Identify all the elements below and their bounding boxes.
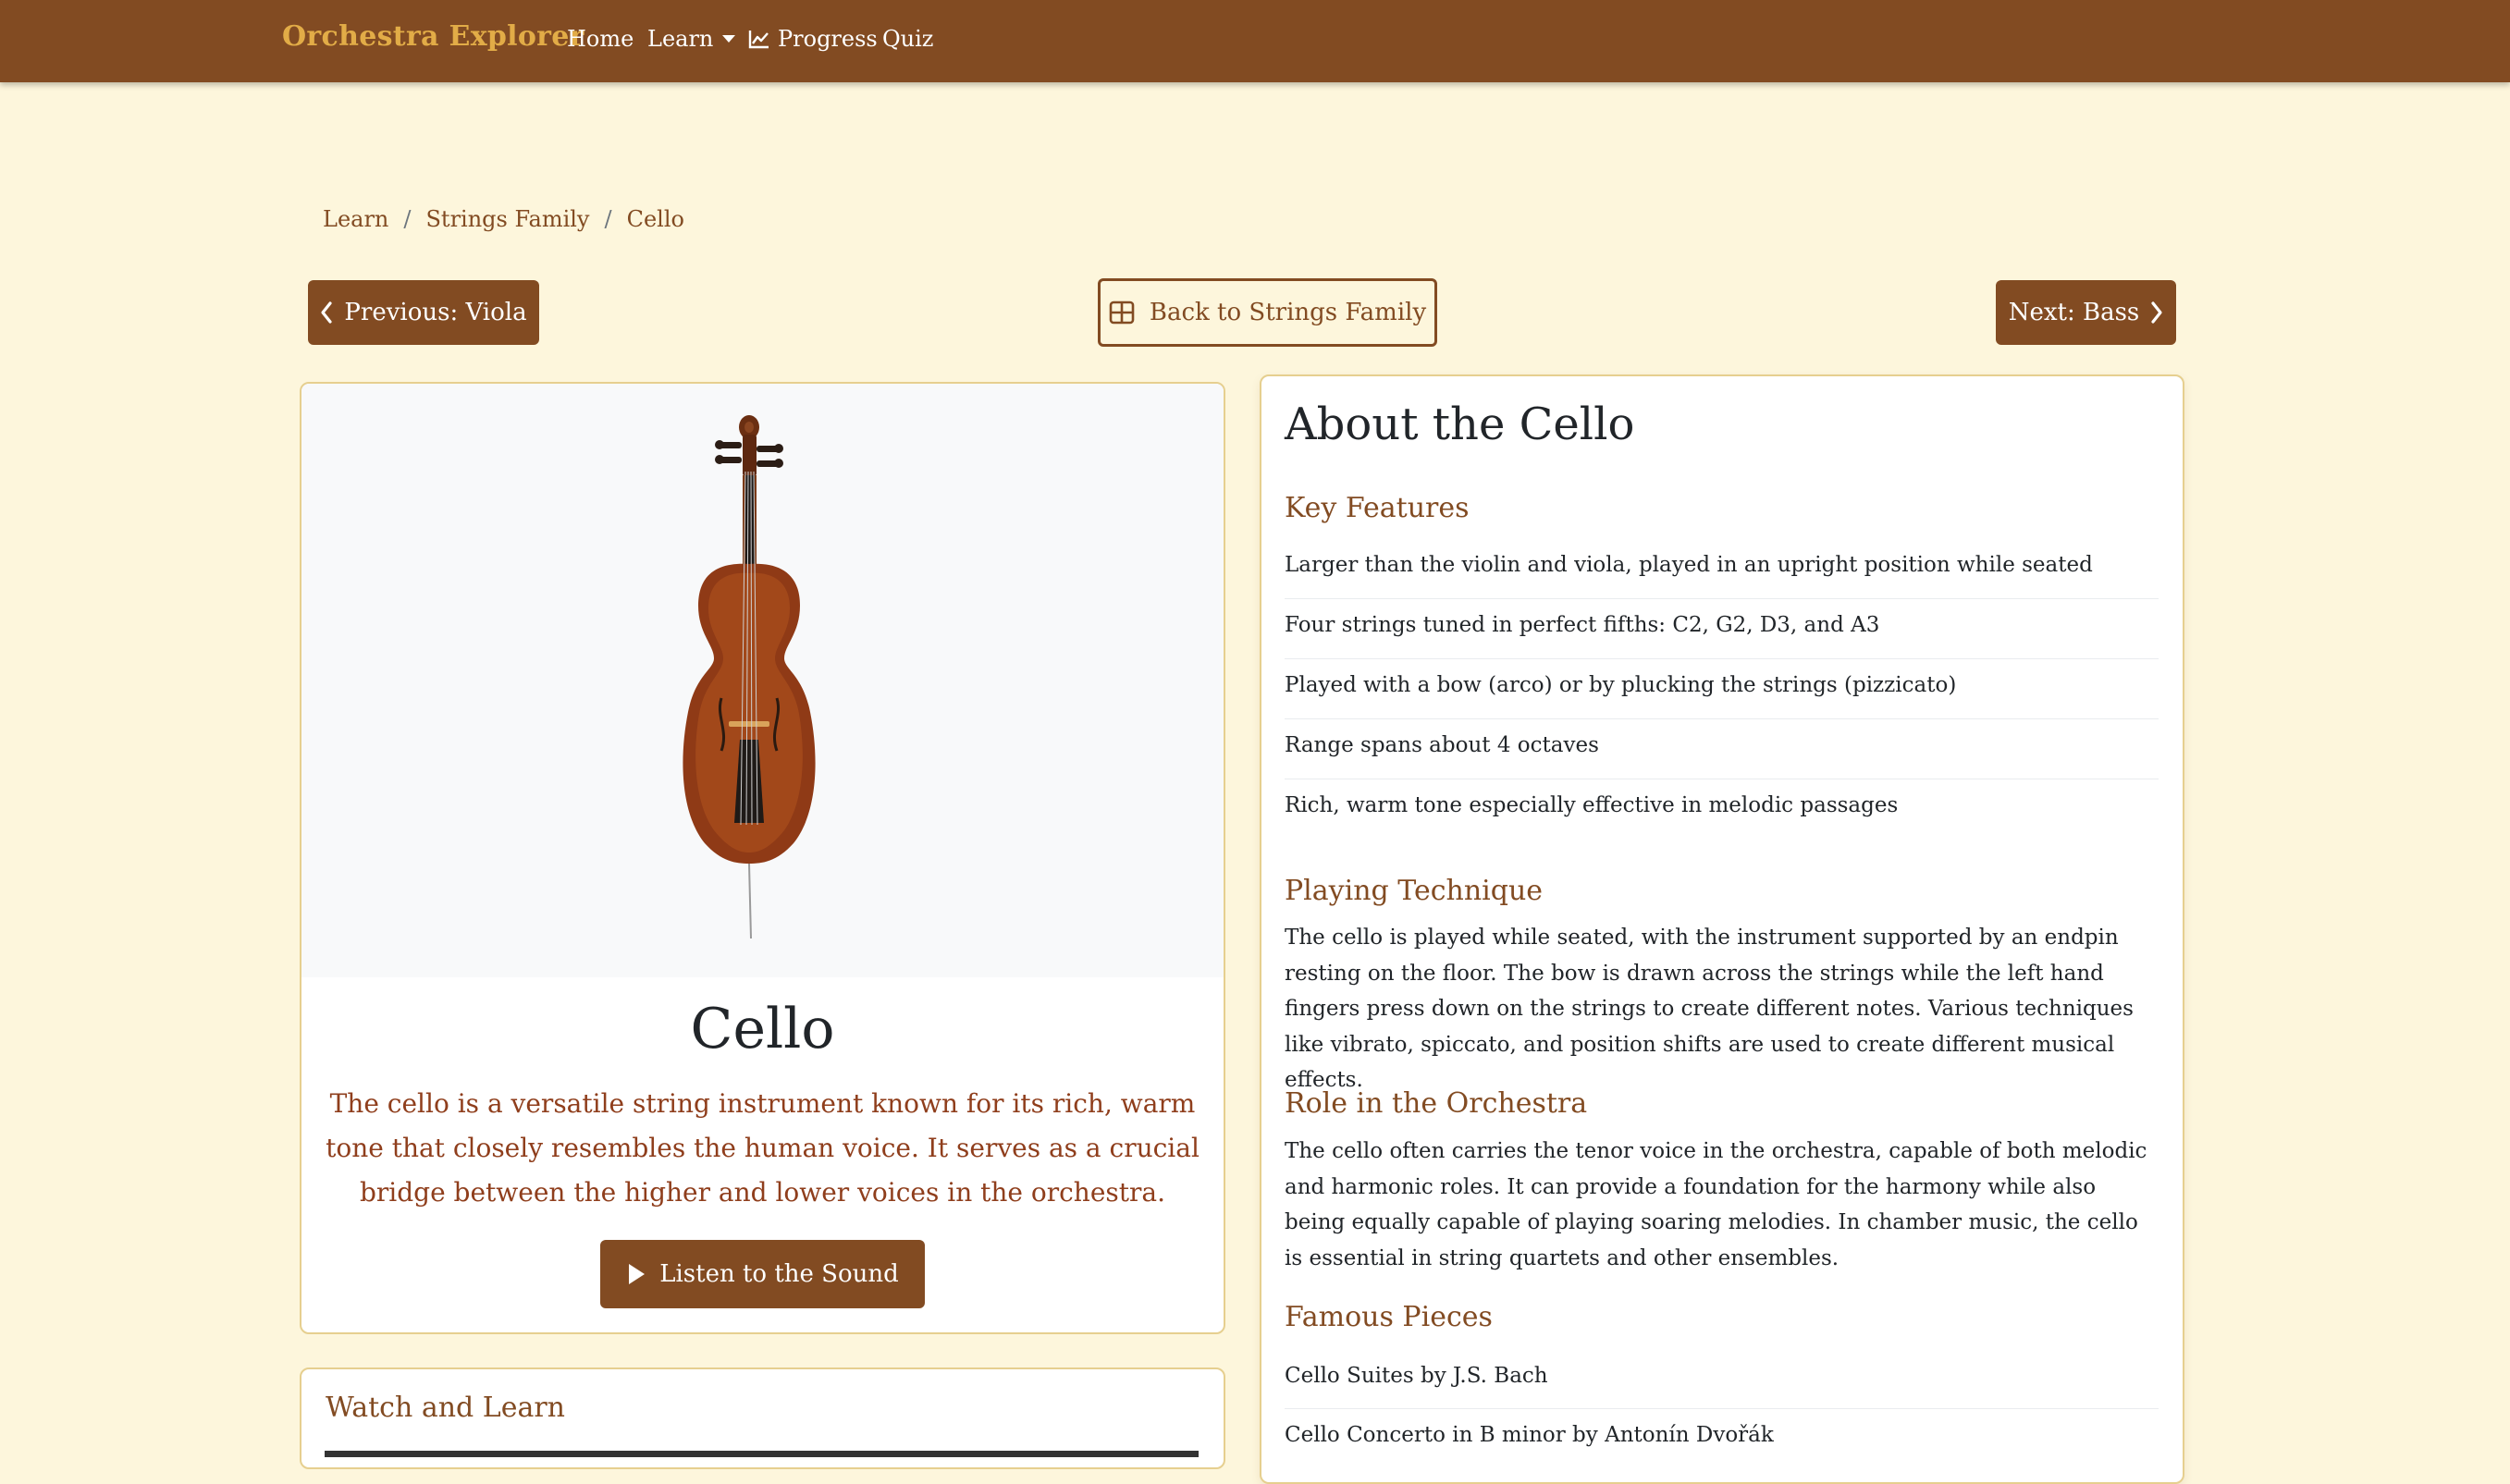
chevron-right-icon <box>2151 301 2162 324</box>
brand-logo[interactable]: Orchestra Explorer <box>282 20 584 53</box>
list-item: Cello Concerto in B minor by Antonín Dvo… <box>1285 1423 1774 1447</box>
list-item: Played with a bow (arco) or by plucking … <box>1285 673 2159 719</box>
back-to-family-button[interactable]: Back to Strings Family <box>1098 278 1437 347</box>
video-player[interactable] <box>325 1451 1199 1457</box>
breadcrumb-strings-family[interactable]: Strings Family <box>425 206 589 232</box>
famous-pieces-heading: Famous Pieces <box>1285 1301 1493 1333</box>
breadcrumb-separator: / <box>403 206 412 232</box>
listen-button-label: Listen to the Sound <box>659 1260 899 1288</box>
breadcrumb-learn[interactable]: Learn <box>323 206 388 232</box>
instrument-name: Cello <box>690 997 835 1061</box>
list-item: Larger than the violin and viola, played… <box>1285 553 2159 599</box>
role-heading: Role in the Orchestra <box>1285 1087 1588 1120</box>
breadcrumb: Learn / Strings Family / Cello <box>323 206 684 232</box>
nav-home-link[interactable]: Home <box>567 26 634 52</box>
breadcrumb-separator: / <box>604 206 612 232</box>
nav-quiz-link[interactable]: Quiz <box>882 26 933 52</box>
grid-icon <box>1109 300 1135 325</box>
navbar: Orchestra Explorer Home Learn Progress Q… <box>0 0 2510 82</box>
role-text: The cello often carries the tenor voice … <box>1285 1139 2147 1270</box>
caret-down-icon <box>722 35 736 43</box>
list-item: Range spans about 4 octaves <box>1285 733 2159 779</box>
key-features-heading: Key Features <box>1285 492 1470 524</box>
list-item: Rich, warm tone especially effective in … <box>1285 793 1899 817</box>
list-item: Four strings tuned in perfect fifths: C2… <box>1285 613 2159 659</box>
chevron-left-icon <box>321 301 333 324</box>
next-button-label: Next: Bass <box>2008 299 2140 326</box>
chart-line-icon <box>748 31 769 49</box>
next-instrument-button[interactable]: Next: Bass <box>1996 280 2176 345</box>
nav-progress-label: Progress <box>778 26 878 52</box>
instrument-description: The cello is a versatile string instrume… <box>326 1088 1200 1208</box>
listen-button[interactable]: Listen to the Sound <box>600 1240 925 1308</box>
back-button-label: Back to Strings Family <box>1149 299 1427 326</box>
technique-text: The cello is played while seated, with t… <box>1285 926 2134 1092</box>
nav-learn-dropdown[interactable]: Learn <box>647 26 736 52</box>
previous-instrument-button[interactable]: Previous: Viola <box>308 280 539 345</box>
list-item: Cello Suites by J.S. Bach <box>1285 1364 2159 1409</box>
play-icon <box>629 1264 646 1284</box>
previous-button-label: Previous: Viola <box>344 299 527 326</box>
watch-title: Watch and Learn <box>326 1392 565 1424</box>
technique-heading: Playing Technique <box>1285 875 1544 907</box>
nav-learn-label: Learn <box>647 26 714 52</box>
breadcrumb-current: Cello <box>626 206 684 232</box>
nav-progress-link[interactable]: Progress <box>748 26 878 52</box>
cello-image <box>683 415 816 939</box>
about-title: About the Cello <box>1285 399 1635 450</box>
